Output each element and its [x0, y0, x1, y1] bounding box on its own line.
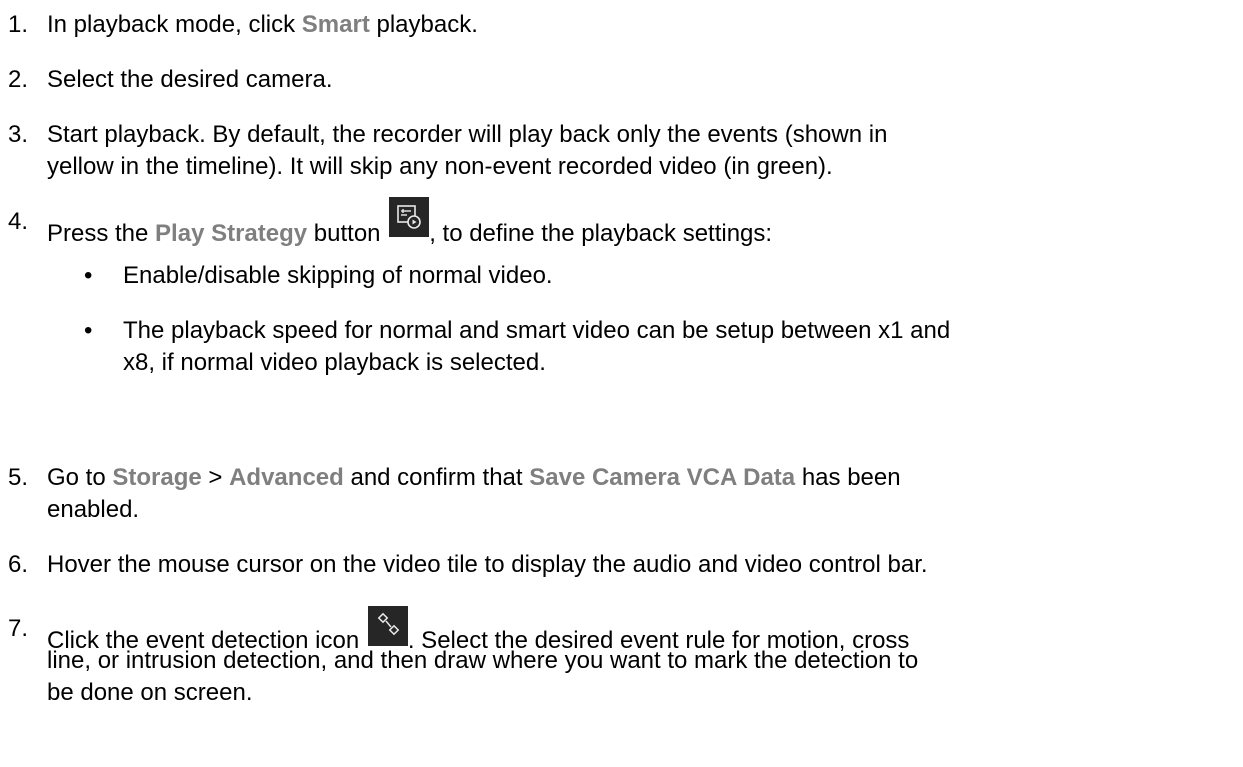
step-text: Press the: [47, 220, 156, 247]
smart-label: Smart: [301, 11, 370, 38]
step-text: and confirm that: [343, 464, 530, 491]
play-strategy-label: Play Strategy: [155, 220, 308, 247]
storage-label: Storage: [112, 464, 202, 491]
step-number: 5.: [8, 464, 29, 491]
step-number: 3.: [8, 121, 29, 148]
step-text: Go to: [47, 464, 113, 491]
step-number: 1.: [8, 11, 29, 38]
bullet-text: Enable/disable skipping of normal video.: [123, 262, 553, 289]
step-text-line-2: enabled.: [47, 496, 140, 523]
step-text: has been: [795, 464, 901, 491]
bullet-text-line-1: The playback speed for normal and smart …: [123, 317, 951, 344]
bullet-marker: •: [84, 262, 93, 289]
step-text: >: [201, 464, 230, 491]
step-number: 2.: [8, 66, 29, 93]
step-number: 7.: [8, 615, 29, 642]
step-number: 6.: [8, 551, 29, 578]
step-text-line-3: be done on screen.: [47, 679, 253, 706]
step-text: playback.: [369, 11, 478, 38]
step-text: In playback mode, click: [47, 11, 302, 38]
step-text-line-2: yellow in the timeline). It will skip an…: [47, 153, 833, 180]
step-text-line-1: Start playback. By default, the recorder…: [47, 121, 888, 148]
advanced-label: Advanced: [229, 464, 344, 491]
play-strategy-icon: [389, 197, 430, 237]
step-text: button: [307, 220, 388, 247]
step-text: , to define the playback settings:: [429, 220, 773, 247]
step-text: Select the desired camera.: [47, 66, 333, 93]
save-camera-vca-data-label: Save Camera VCA Data: [529, 464, 796, 491]
step-text: Hover the mouse cursor on the video tile…: [47, 551, 928, 578]
bullet-marker: •: [84, 317, 93, 344]
step-text-line-2: line, or intrusion detection, and then d…: [47, 647, 919, 674]
bullet-text-line-2: x8, if normal video playback is selected…: [123, 349, 546, 376]
step-number: 4.: [8, 208, 29, 235]
event-detection-icon: [367, 606, 408, 646]
